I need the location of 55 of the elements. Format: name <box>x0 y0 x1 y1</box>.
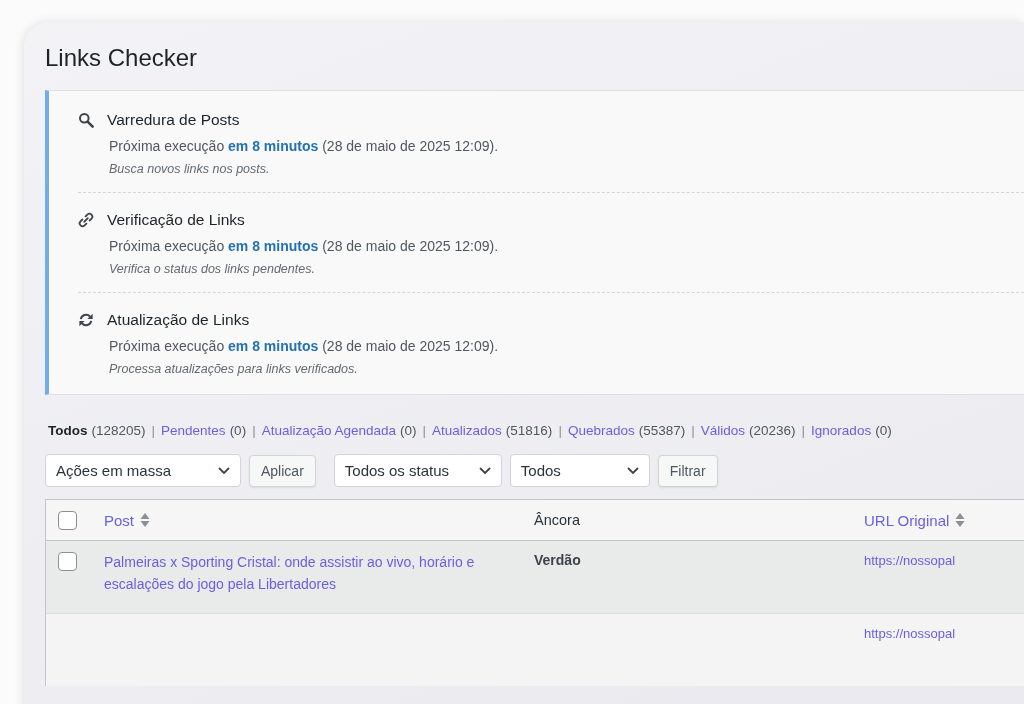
task-description: Busca novos links nos posts. <box>109 162 270 176</box>
refresh-icon <box>78 312 94 328</box>
time-link[interactable]: em 8 minutos <box>228 238 319 254</box>
column-header-link[interactable]: Post <box>104 511 134 529</box>
apply-button[interactable]: Aplicar <box>249 454 316 487</box>
filter-link[interactable]: Atualização Agendada <box>261 423 396 438</box>
sort-icon[interactable] <box>140 512 150 528</box>
time-link[interactable]: em 8 minutos <box>228 338 319 354</box>
filter-button[interactable]: Filtrar <box>657 454 718 487</box>
anchor-text: Verdão <box>534 552 581 568</box>
filter-link[interactable]: Válidos <box>700 423 746 438</box>
url-link[interactable]: https://nossopal <box>864 553 956 568</box>
filter-count: (51816) <box>505 423 553 438</box>
search-icon <box>78 112 94 128</box>
filter-link[interactable]: Ignorados <box>811 423 872 438</box>
next-run-text: Próxima execução em 8 minutos (28 de maio de 2025 12:09). <box>109 238 499 254</box>
task-title: Atualização de Links <box>107 311 250 329</box>
filter-link[interactable]: Atualizados <box>432 423 502 438</box>
filter-count: (0) <box>400 423 417 438</box>
filter-count: (128205) <box>91 423 146 438</box>
filter-count: (20236) <box>749 423 796 438</box>
link-icon <box>78 212 94 228</box>
chevron-down-icon <box>218 466 230 475</box>
filter-separator: | <box>558 423 562 438</box>
page-title: Links Checker <box>45 43 198 73</box>
status-select[interactable]: Todos os status <box>333 454 502 487</box>
task-description: Verifica o status dos links pendentes. <box>109 262 315 276</box>
filter-count: (55387) <box>638 423 686 438</box>
task-title: Varredura de Posts <box>107 111 240 129</box>
time-link[interactable]: em 8 minutos <box>228 138 319 154</box>
url-link[interactable]: https://nossopal <box>864 626 956 641</box>
task-description: Processa atualizações para links verificados. <box>109 362 358 376</box>
sort-icon[interactable] <box>955 512 966 528</box>
filter-separator: | <box>422 423 427 438</box>
filter-separator: | <box>801 423 806 438</box>
filter-separator: | <box>151 423 156 438</box>
chevron-down-icon <box>478 466 491 475</box>
filter-separator: | <box>691 423 695 438</box>
checkbox[interactable] <box>58 552 77 571</box>
bulk-actions-select[interactable]: Ações em massa <box>45 454 241 487</box>
filter-separator: | <box>252 423 256 438</box>
filter-link[interactable]: Todos <box>48 423 88 438</box>
filter-link[interactable]: Quebrados <box>567 423 635 438</box>
post-title-link[interactable]: Palmeiras x Sporting Cristal: onde assistir ao vivo, horário e escalações do jogo pela Libertadores <box>104 551 514 596</box>
column-header-link[interactable]: URL Original <box>864 511 950 529</box>
filter-count: (0) <box>229 423 247 438</box>
next-run-text: Próxima execução em 8 minutos (28 de maio de 2025 12:09). <box>109 138 499 154</box>
chevron-down-icon <box>626 466 639 475</box>
filter-count: (0) <box>875 423 892 438</box>
task-title: Verificação de Links <box>107 211 245 229</box>
column-header: Âncora <box>534 512 580 528</box>
type-select[interactable]: Todos <box>509 454 650 487</box>
checkbox[interactable] <box>58 510 77 530</box>
next-run-text: Próxima execução em 8 minutos (28 de maio de 2025 12:09). <box>109 338 499 354</box>
filter-link[interactable]: Pendentes <box>161 423 226 438</box>
